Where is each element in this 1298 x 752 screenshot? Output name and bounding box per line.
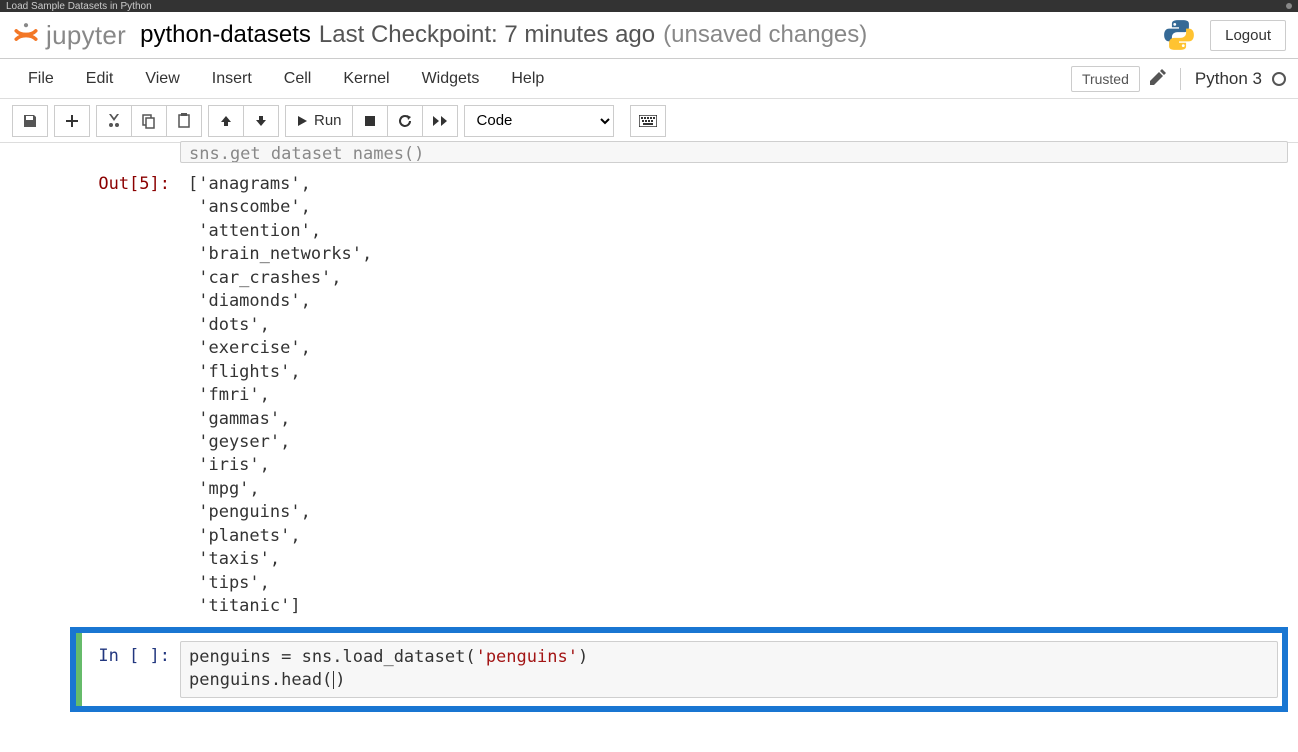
unsaved-status: (unsaved changes) (663, 21, 867, 49)
menu-widgets[interactable]: Widgets (406, 62, 496, 96)
notebook-header: jupyter python-datasets Last Checkpoint:… (0, 12, 1298, 59)
restart-icon (398, 114, 412, 128)
output-body: ['anagrams', 'anscombe', 'attention', 'b… (180, 169, 1288, 623)
restart-run-all-button[interactable] (422, 105, 458, 137)
menu-kernel[interactable]: Kernel (327, 62, 405, 96)
code-cell-active[interactable]: In [ ]: penguins = sns.load_dataset('pen… (80, 641, 1278, 698)
cell-type-select[interactable]: Code (464, 105, 614, 137)
restart-button[interactable] (387, 105, 423, 137)
menu-cell[interactable]: Cell (268, 62, 328, 96)
menu-view[interactable]: View (129, 62, 195, 96)
code-cell-input-truncated[interactable]: sns.get_dataset_names() (10, 143, 1288, 163)
kernel-name[interactable]: Python 3 (1195, 69, 1262, 89)
fast-forward-icon (432, 115, 448, 127)
save-button[interactable] (12, 105, 48, 137)
browser-tab-title: Load Sample Datasets in Python (6, 1, 152, 12)
move-down-button[interactable] (243, 105, 279, 137)
paste-button[interactable] (166, 105, 202, 137)
kernel-status-icon (1272, 72, 1286, 86)
jupyter-logo-icon (12, 21, 40, 49)
active-cell-highlight: In [ ]: penguins = sns.load_dataset('pen… (70, 627, 1288, 712)
close-icon[interactable] (1286, 3, 1292, 9)
stop-icon (364, 115, 376, 127)
output-text: ['anagrams', 'anscombe', 'attention', 'b… (188, 173, 1280, 619)
cut-button[interactable] (96, 105, 132, 137)
code-line-2: penguins.head() (189, 669, 1269, 692)
move-up-button[interactable] (208, 105, 244, 137)
trusted-indicator[interactable]: Trusted (1071, 66, 1140, 92)
copy-button[interactable] (131, 105, 167, 137)
play-icon (296, 115, 308, 127)
pencil-icon[interactable] (1150, 69, 1166, 88)
add-cell-button[interactable] (54, 105, 90, 137)
toolbar: Run Code (0, 99, 1298, 143)
separator (1180, 68, 1181, 90)
menu-edit[interactable]: Edit (70, 62, 130, 96)
notebook-cells: sns.get_dataset_names() Out[5]: ['anagra… (0, 143, 1298, 752)
python-logo-icon (1162, 18, 1196, 52)
code-input-active[interactable]: penguins = sns.load_dataset('penguins') … (180, 641, 1278, 698)
code-input-truncated[interactable]: sns.get_dataset_names() (180, 141, 1288, 163)
run-button-label: Run (314, 112, 342, 129)
jupyter-logo[interactable]: jupyter (12, 20, 126, 51)
run-button[interactable]: Run (285, 105, 353, 137)
output-cell: Out[5]: ['anagrams', 'anscombe', 'attent… (10, 169, 1288, 623)
menu-file[interactable]: File (12, 62, 70, 96)
jupyter-logo-text: jupyter (46, 20, 126, 51)
logout-button[interactable]: Logout (1210, 20, 1286, 51)
code-line-1: penguins = sns.load_dataset('penguins') (189, 646, 1269, 669)
input-prompt: In [ ]: (80, 641, 180, 669)
menu-help[interactable]: Help (495, 62, 560, 96)
checkpoint-text: Last Checkpoint: 7 minutes ago (319, 21, 655, 49)
interrupt-button[interactable] (352, 105, 388, 137)
menu-insert[interactable]: Insert (196, 62, 268, 96)
keyboard-icon (639, 115, 657, 127)
prompt-spacer (10, 143, 180, 147)
command-palette-button[interactable] (630, 105, 666, 137)
menu-bar: File Edit View Insert Cell Kernel Widget… (0, 59, 1298, 99)
output-prompt: Out[5]: (10, 169, 180, 197)
browser-tab-bar: Load Sample Datasets in Python (0, 0, 1298, 12)
notebook-name: python-datasets (140, 21, 311, 49)
notebook-title-area[interactable]: python-datasets Last Checkpoint: 7 minut… (140, 21, 867, 49)
